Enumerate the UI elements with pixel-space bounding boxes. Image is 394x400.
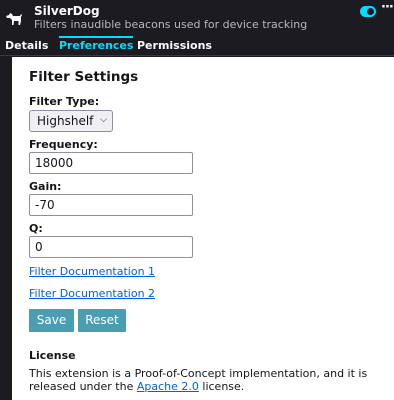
q-input[interactable]: 0 <box>29 236 193 258</box>
gain-input[interactable]: -70 <box>29 194 193 216</box>
tab-details[interactable]: Details <box>5 39 48 56</box>
filter-type-value: Highshelf <box>37 114 94 128</box>
license-text: This extension is a Proof-of-Concept imp… <box>29 367 391 393</box>
extension-header: SilverDog Filters inaudible beacons used… <box>0 0 394 36</box>
chevron-down-icon: ⌵ <box>100 115 107 125</box>
filter-type-label: Filter Type: <box>29 95 100 108</box>
filter-type-select[interactable]: Highshelf ⌵ <box>29 110 113 132</box>
save-button[interactable]: Save <box>29 309 74 332</box>
extension-description: Filters inaudible beacons used for devic… <box>34 18 308 31</box>
frequency-label: Frequency: <box>29 138 98 151</box>
filter-documentation-2-link[interactable]: Filter Documentation 2 <box>29 287 155 300</box>
q-label: Q: <box>29 222 43 235</box>
tab-preferences[interactable]: Preferences <box>59 36 134 56</box>
license-heading: License <box>29 349 76 362</box>
frequency-input[interactable]: 18000 <box>29 152 193 174</box>
tab-bar: Details Preferences Permissions <box>0 36 394 56</box>
filter-documentation-1-link[interactable]: Filter Documentation 1 <box>29 265 155 278</box>
enable-toggle[interactable] <box>360 6 376 17</box>
extension-name: SilverDog <box>34 4 100 18</box>
license-text-end: license. <box>198 380 245 393</box>
page-title: Filter Settings <box>29 69 139 85</box>
reset-button[interactable]: Reset <box>78 309 126 332</box>
tab-permissions[interactable]: Permissions <box>137 39 212 56</box>
dog-icon <box>6 13 22 25</box>
apache-license-link[interactable]: Apache 2.0 <box>137 380 199 393</box>
preferences-panel: Filter Settings Filter Type: Highshelf ⌵… <box>12 57 394 400</box>
more-options-icon[interactable]: ··· <box>381 0 394 15</box>
gain-label: Gain: <box>29 180 62 193</box>
